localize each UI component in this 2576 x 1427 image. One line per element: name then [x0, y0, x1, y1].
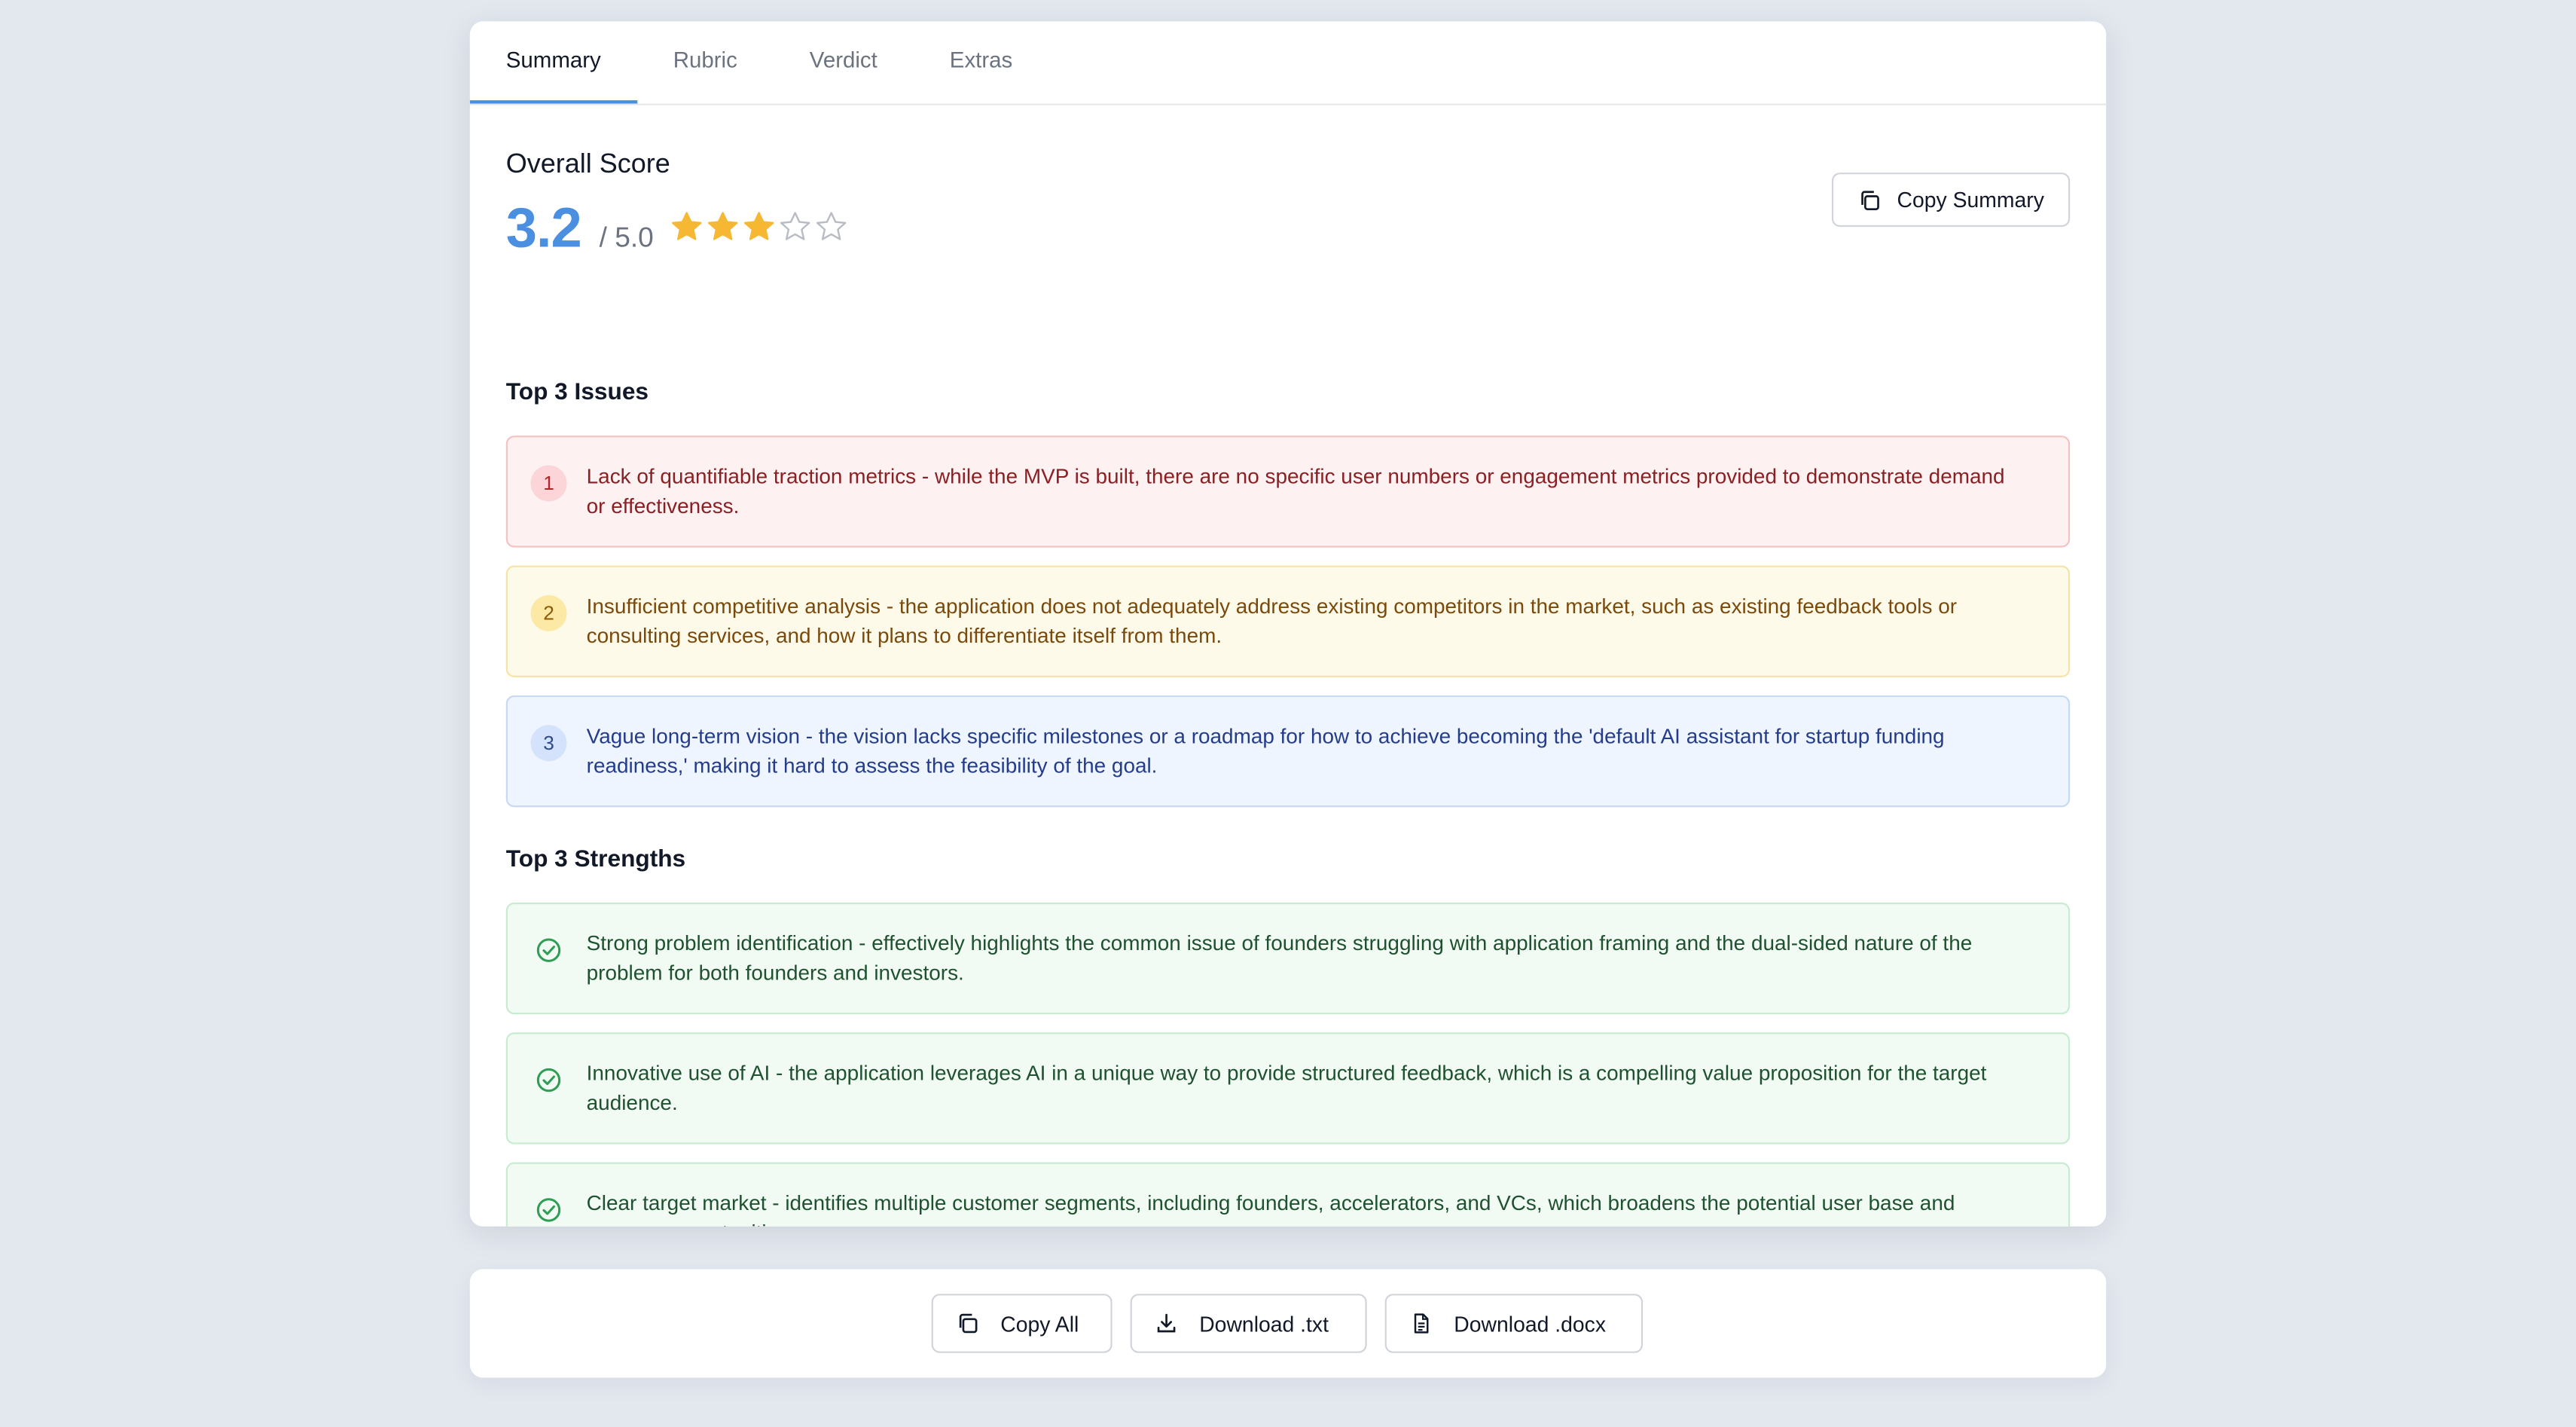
score-value: 3.2 — [505, 197, 582, 260]
overall-score-title: Overall Score — [505, 149, 670, 179]
strength-item-2: Innovative use of AI - the application l… — [505, 1032, 2071, 1144]
star-filled-icon — [743, 211, 774, 240]
check-circle-icon — [530, 1192, 566, 1227]
copy-summary-button[interactable]: Copy Summary — [1831, 173, 2071, 228]
download-txt-label: Download .txt — [1199, 1311, 1329, 1336]
app-root: Summary Rubric Verdict Extras Overall Sc… — [0, 0, 2576, 1427]
export-bar: Copy All Download .txt Download .docx — [469, 1269, 2107, 1378]
check-circle-icon — [530, 1062, 566, 1099]
strength-text: Clear target market - identifies multipl… — [586, 1190, 1955, 1227]
copy-icon — [959, 1313, 978, 1334]
issue-item-2: 2 Insufficient competitive analysis - th… — [505, 565, 2071, 677]
star-rating — [668, 209, 849, 243]
strengths-heading: Top 3 Strengths — [505, 846, 686, 873]
download-docx-button[interactable]: Download .docx — [1384, 1294, 1644, 1353]
star-filled-icon — [671, 211, 702, 240]
strength-item-3: Clear target market - identifies multipl… — [505, 1162, 2071, 1227]
tab-bar: Summary Rubric Verdict Extras — [469, 21, 2107, 105]
document-icon — [1414, 1313, 1429, 1334]
score-denominator: / 5.0 — [599, 222, 654, 254]
issues-heading: Top 3 Issues — [505, 380, 649, 406]
issue-item-3: 3 Vague long-term vision - the vision la… — [505, 695, 2071, 808]
issue-number-badge: 3 — [530, 725, 567, 762]
star-empty-icon — [780, 211, 810, 240]
score-row: 3.2 / 5.0 — [506, 197, 850, 261]
download-icon — [1157, 1313, 1176, 1333]
tab-summary[interactable]: Summary — [469, 21, 637, 104]
strength-item-1: Strong problem identification - effectiv… — [505, 902, 2071, 1015]
copy-icon — [1860, 190, 1879, 209]
star-filled-icon — [707, 211, 738, 240]
issue-number-badge: 1 — [530, 465, 567, 502]
strength-text: Strong problem identification - effectiv… — [586, 930, 1973, 985]
strength-text: Innovative use of AI - the application l… — [586, 1060, 1987, 1115]
issue-number-badge: 2 — [530, 594, 567, 631]
download-txt-button[interactable]: Download .txt — [1130, 1294, 1367, 1353]
copy-summary-label: Copy Summary — [1897, 187, 2044, 212]
star-empty-icon — [816, 211, 847, 240]
tab-rubric[interactable]: Rubric — [637, 21, 774, 103]
issue-text: Lack of quantifiable traction metrics - … — [586, 463, 2005, 518]
issue-text: Vague long-term vision - the vision lack… — [586, 723, 1945, 778]
copy-all-label: Copy All — [1000, 1311, 1079, 1336]
issue-text: Insufficient competitive analysis - the … — [586, 593, 1958, 648]
issue-item-1: 1 Lack of quantifiable traction metrics … — [505, 435, 2071, 548]
check-circle-icon — [530, 932, 566, 968]
evaluation-card: Summary Rubric Verdict Extras Overall Sc… — [469, 21, 2107, 1227]
download-docx-label: Download .docx — [1454, 1311, 1607, 1336]
copy-all-button[interactable]: Copy All — [931, 1294, 1113, 1353]
tab-verdict[interactable]: Verdict — [774, 21, 914, 103]
tab-extras[interactable]: Extras — [914, 21, 1048, 103]
